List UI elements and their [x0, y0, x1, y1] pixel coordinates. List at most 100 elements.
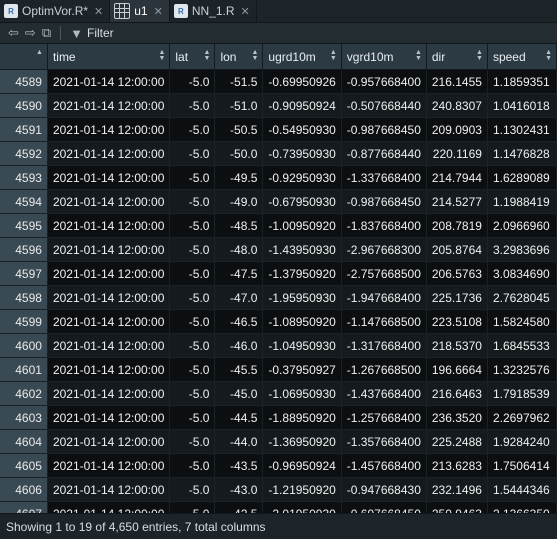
cell-vgrd10m: -0.697668450 [341, 501, 427, 513]
tab-nn1[interactable]: R NN_1.R ✕ [170, 0, 257, 22]
cell-dir: 205.8764 [426, 237, 488, 262]
cell-lon: -43.0 [214, 477, 264, 502]
column-header-speed[interactable]: speed ▲ ▼ [487, 44, 557, 70]
cell-lat: -5.0 [169, 429, 216, 454]
table-row[interactable]: 4595 2021-01-14 12:00:00 -5.0 -48.5 -1.00950… [0, 213, 557, 238]
cell-time: 2021-01-14 12:00:00 [47, 117, 171, 142]
cell-dir: 214.7944 [426, 165, 488, 190]
close-icon[interactable]: ✕ [154, 5, 163, 18]
cell-vgrd10m: -0.507668440 [341, 93, 427, 118]
row-index-cell: 4597 [0, 261, 48, 286]
table-row[interactable]: 4598 2021-01-14 12:00:00 -5.0 -47.0 -1.95950… [0, 285, 557, 310]
cell-speed: 2.2697962 [487, 405, 557, 430]
cell-lon: -50.5 [214, 117, 264, 142]
cell-speed: 1.1859351 [487, 69, 557, 94]
cell-lat: -5.0 [169, 69, 216, 94]
table-row[interactable]: 4589 2021-01-14 12:00:00 -5.0 -51.5 -0.69950… [0, 69, 557, 94]
cell-time: 2021-01-14 12:00:00 [47, 453, 171, 478]
cell-speed: 1.5444346 [487, 477, 557, 502]
table-row[interactable]: 4600 2021-01-14 12:00:00 -5.0 -46.0 -1.04950… [0, 333, 557, 358]
forward-arrow-icon[interactable]: ⇨ [25, 25, 36, 41]
filter-button[interactable]: ▼ Filter [70, 26, 114, 41]
cell-lon: -51.5 [214, 69, 264, 94]
tab-u1[interactable]: u1 ✕ [110, 0, 170, 22]
table-row[interactable]: 4593 2021-01-14 12:00:00 -5.0 -49.5 -0.92950… [0, 165, 557, 190]
tab-label: u1 [134, 4, 148, 18]
row-index-header[interactable]: ▲ [0, 44, 48, 70]
cell-ugrd10m: -0.67950930 [262, 189, 342, 214]
cell-dir: 220.1169 [426, 141, 488, 166]
cell-dir: 225.1736 [426, 285, 488, 310]
filter-funnel-icon: ▼ [70, 25, 83, 41]
data-table-container[interactable]: ▲ time ▲ ▼ lat ▲ ▼ lon ▲ ▼ ugrd10m ▲ ▼ vgrd10m ▲ ▼… [0, 44, 557, 513]
cell-vgrd10m: -0.947668430 [341, 477, 427, 502]
cell-vgrd10m: -1.267668500 [341, 357, 427, 382]
cell-speed: 1.1476828 [487, 141, 557, 166]
table-row[interactable]: 4596 2021-01-14 12:00:00 -5.0 -48.0 -1.43950… [0, 237, 557, 262]
table-row[interactable]: 4592 2021-01-14 12:00:00 -5.0 -50.0 -0.73950… [0, 141, 557, 166]
cell-dir: 232.1496 [426, 477, 488, 502]
row-index-cell: 4604 [0, 429, 48, 454]
cell-ugrd10m: -0.37950927 [262, 357, 342, 382]
column-header-dir[interactable]: dir ▲ ▼ [426, 44, 488, 70]
row-index-cell: 4602 [0, 381, 48, 406]
cell-ugrd10m: -0.54950930 [262, 117, 342, 142]
row-index-cell: 4592 [0, 141, 48, 166]
cell-speed: 1.7918539 [487, 381, 557, 406]
table-row[interactable]: 4590 2021-01-14 12:00:00 -5.0 -51.0 -0.90950… [0, 93, 557, 118]
column-header-vgrd10m[interactable]: vgrd10m ▲ ▼ [341, 44, 427, 70]
cell-speed: 1.1302431 [487, 117, 557, 142]
table-row[interactable]: 4591 2021-01-14 12:00:00 -5.0 -50.5 -0.54950… [0, 117, 557, 142]
table-row[interactable]: 4601 2021-01-14 12:00:00 -5.0 -45.5 -0.37950… [0, 357, 557, 382]
cell-time: 2021-01-14 12:00:00 [47, 357, 171, 382]
status-bar: Showing 1 to 19 of 4,650 entries, 7 tota… [0, 513, 557, 539]
table-row[interactable]: 4604 2021-01-14 12:00:00 -5.0 -44.0 -1.36950… [0, 429, 557, 454]
cell-vgrd10m: -1.837668400 [341, 213, 427, 238]
column-header-lon[interactable]: lon ▲ ▼ [214, 44, 264, 70]
cell-ugrd10m: -2.01950930 [262, 501, 342, 513]
tab-optimvor[interactable]: R OptimVor.R* ✕ [0, 0, 111, 22]
cell-lon: -44.5 [214, 405, 264, 430]
sort-icon: ▲ ▼ [203, 49, 211, 62]
table-body: 4589 2021-01-14 12:00:00 -5.0 -51.5 -0.69950… [0, 69, 557, 513]
cell-speed: 2.7628045 [487, 285, 557, 310]
cell-time: 2021-01-14 12:00:00 [47, 261, 171, 286]
table-row[interactable]: 4605 2021-01-14 12:00:00 -5.0 -43.5 -0.96950… [0, 453, 557, 478]
row-index-cell: 4603 [0, 405, 48, 430]
cell-ugrd10m: -1.95950930 [262, 285, 342, 310]
cell-lat: -5.0 [169, 453, 216, 478]
column-header-time[interactable]: time ▲ ▼ [47, 44, 171, 70]
cell-time: 2021-01-14 12:00:00 [47, 93, 171, 118]
cell-dir: 206.5763 [426, 261, 488, 286]
table-icon [114, 3, 131, 19]
cell-ugrd10m: -1.06950930 [262, 381, 342, 406]
cell-time: 2021-01-14 12:00:00 [47, 213, 171, 238]
cell-vgrd10m: -0.987668450 [341, 189, 427, 214]
row-index-cell: 4600 [0, 333, 48, 358]
tab-label: NN_1.R [191, 4, 235, 18]
cell-vgrd10m: -1.357668400 [341, 429, 427, 454]
table-row[interactable]: 4594 2021-01-14 12:00:00 -5.0 -49.0 -0.67950… [0, 189, 557, 214]
cell-lon: -42.5 [214, 501, 264, 513]
data-viewer-toolbar: ⇦ ⇨ ⧉ ▼ Filter [0, 23, 557, 44]
row-index-cell: 4607 [0, 501, 48, 513]
editor-tab-bar: R OptimVor.R* ✕ u1 ✕ R NN_1.R ✕ [0, 0, 557, 23]
popout-window-icon[interactable]: ⧉ [42, 25, 51, 41]
close-icon[interactable]: ✕ [241, 5, 250, 18]
table-row[interactable]: 4599 2021-01-14 12:00:00 -5.0 -46.5 -1.08950… [0, 309, 557, 334]
cell-ugrd10m: -1.43950930 [262, 237, 342, 262]
cell-lat: -5.0 [169, 261, 216, 286]
table-row[interactable]: 4606 2021-01-14 12:00:00 -5.0 -43.0 -1.21950… [0, 477, 557, 502]
column-header-ugrd10m[interactable]: ugrd10m ▲ ▼ [262, 44, 342, 70]
table-row[interactable]: 4603 2021-01-14 12:00:00 -5.0 -44.5 -1.88950… [0, 405, 557, 430]
table-row[interactable]: 4597 2021-01-14 12:00:00 -5.0 -47.5 -1.37950… [0, 261, 557, 286]
cell-dir: 216.1455 [426, 69, 488, 94]
column-header-lat[interactable]: lat ▲ ▼ [169, 44, 216, 70]
back-arrow-icon[interactable]: ⇦ [8, 25, 19, 41]
cell-dir: 213.6283 [426, 453, 488, 478]
sort-icon: ▲ ▼ [414, 49, 422, 62]
table-row[interactable]: 46072021-01-14 12:00:00-5.0-42.5-2.01950… [0, 501, 557, 513]
cell-ugrd10m: -0.96950924 [262, 453, 342, 478]
table-row[interactable]: 4602 2021-01-14 12:00:00 -5.0 -45.0 -1.06950… [0, 381, 557, 406]
close-icon[interactable]: ✕ [94, 5, 103, 18]
